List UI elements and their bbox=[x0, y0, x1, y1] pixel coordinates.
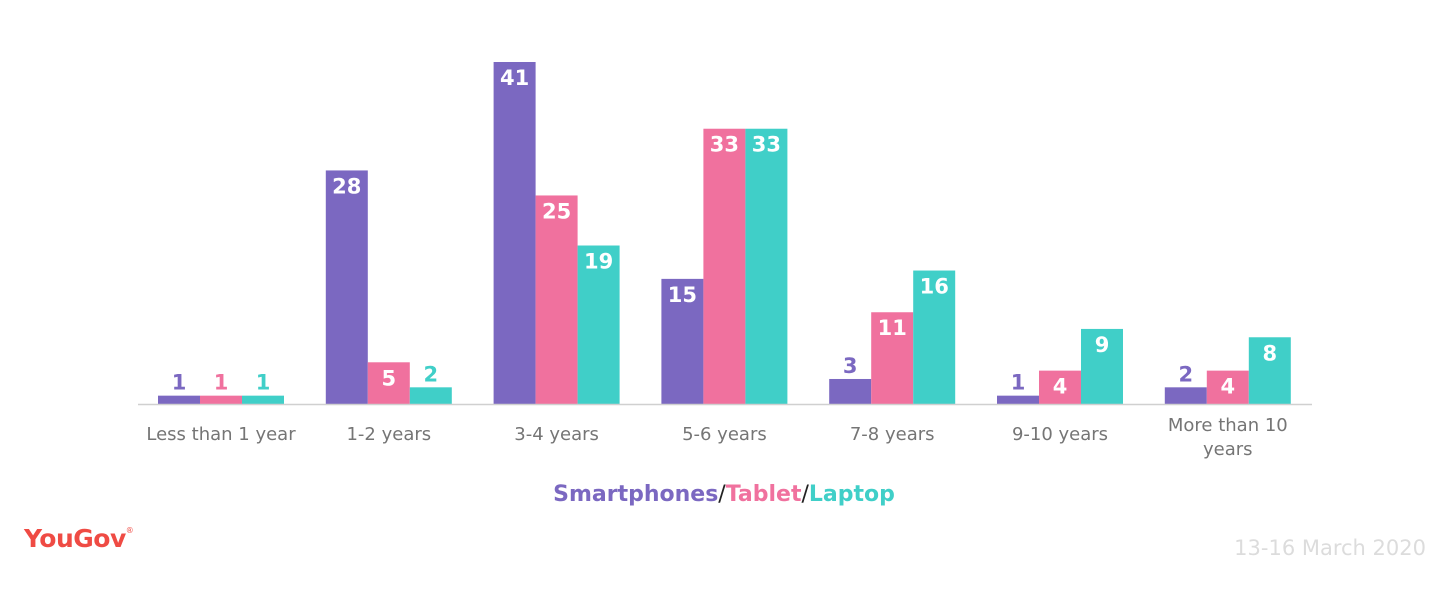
legend: Smartphones/Tablet/Laptop bbox=[0, 482, 1448, 507]
bar-chart: 1 1 1285 24125191533 33311161 49248 Less than… bbox=[138, 62, 1312, 460]
bar-smartphones-4 bbox=[829, 378, 872, 404]
bar-tablet-2 bbox=[535, 195, 578, 404]
value-label-tablet-1: 5 bbox=[381, 366, 396, 390]
bar-laptop-3 bbox=[745, 128, 788, 405]
value-label-smartphones-0: 1 bbox=[172, 371, 187, 395]
category-label-2: 3-4 years bbox=[514, 424, 599, 445]
yougov-logo: YouGov® bbox=[24, 524, 134, 553]
value-label-smartphones-5: 1 bbox=[1011, 371, 1026, 395]
value-label-smartphones-3: 15 bbox=[668, 283, 697, 307]
legend-smartphones: Smartphones bbox=[553, 482, 719, 507]
registered-mark: ® bbox=[125, 526, 134, 535]
value-label-tablet-2: 25 bbox=[542, 199, 571, 223]
value-label-smartphones-4: 3 bbox=[843, 354, 858, 378]
category-label-4: 7-8 years bbox=[850, 424, 935, 445]
bar-smartphones-1 bbox=[325, 170, 368, 404]
category-label-5: 9-10 years bbox=[1012, 424, 1108, 445]
category-label-0: Less than 1 year bbox=[146, 424, 296, 445]
value-label-tablet-3: 33 bbox=[710, 133, 739, 157]
value-label-tablet-4: 11 bbox=[878, 316, 907, 340]
value-label-laptop-5: 9 bbox=[1095, 333, 1110, 357]
value-label-smartphones-1: 28 bbox=[332, 174, 361, 198]
value-label-laptop-0: 1 bbox=[256, 371, 271, 395]
survey-date: 13-16 March 2020 bbox=[1234, 536, 1426, 560]
bar-laptop-0 bbox=[242, 395, 284, 404]
legend-separator: / bbox=[718, 482, 726, 507]
value-label-laptop-2: 19 bbox=[584, 250, 613, 274]
bar-laptop-1 bbox=[409, 387, 452, 404]
legend-tablet: Tablet bbox=[725, 482, 802, 507]
value-label-laptop-3: 33 bbox=[752, 133, 781, 157]
bar-tablet-0 bbox=[200, 395, 242, 404]
category-label-3: 5-6 years bbox=[682, 424, 767, 445]
value-label-laptop-4: 16 bbox=[920, 275, 949, 299]
bar-smartphones-2 bbox=[493, 62, 536, 404]
category-label-1: 1-2 years bbox=[346, 424, 431, 445]
value-label-smartphones-2: 41 bbox=[500, 66, 529, 90]
bar-smartphones-6 bbox=[1164, 387, 1207, 404]
value-label-laptop-1: 2 bbox=[423, 362, 438, 386]
value-label-tablet-6: 4 bbox=[1220, 375, 1235, 399]
legend-separator: / bbox=[801, 482, 809, 507]
value-label-laptop-6: 8 bbox=[1262, 341, 1277, 365]
bar-smartphones-5 bbox=[997, 395, 1039, 404]
category-labels: Less than 1 year 1-2 years 3-4 years 5-6 ye… bbox=[146, 415, 1287, 460]
value-label-smartphones-6: 2 bbox=[1178, 362, 1193, 386]
bar-tablet-3 bbox=[703, 128, 746, 405]
logo-text: YouGov bbox=[24, 524, 126, 553]
legend-laptop: Laptop bbox=[808, 482, 895, 507]
category-label-6: More than 10 years bbox=[1168, 415, 1288, 460]
value-label-tablet-5: 4 bbox=[1053, 375, 1068, 399]
bar-smartphones-0 bbox=[158, 395, 200, 404]
bars-layer bbox=[158, 62, 1291, 405]
value-label-tablet-0: 1 bbox=[214, 371, 229, 395]
